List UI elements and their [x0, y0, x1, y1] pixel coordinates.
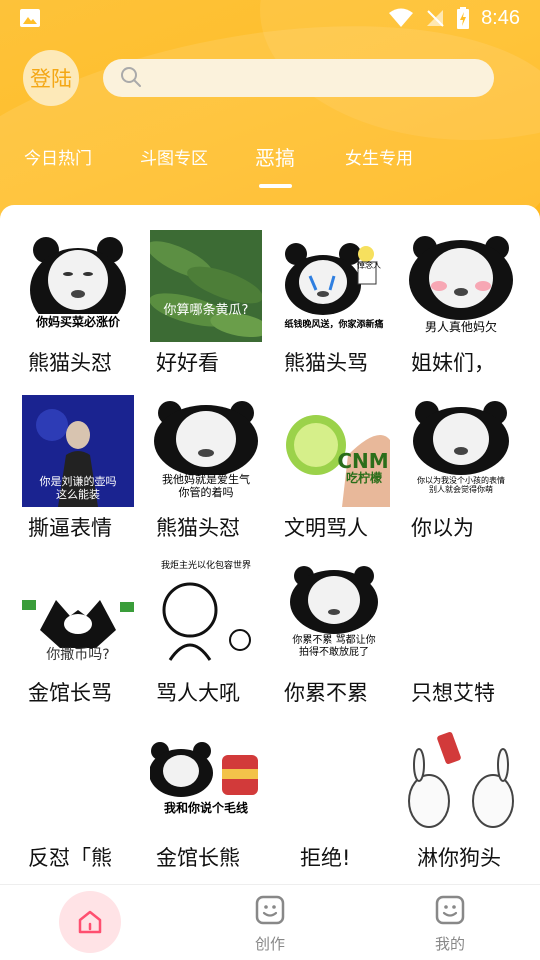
meme-caption: 熊猫头怼 — [28, 351, 112, 375]
nav-create-label: 创作 — [254, 935, 285, 953]
bottom-nav: 创作 我的 — [0, 884, 540, 960]
meme-card[interactable]: 你算哪条黄瓜? 好好看 — [150, 225, 276, 375]
meme-card[interactable]: 你撒币吗? 金馆长骂 — [22, 555, 148, 705]
tab-egao[interactable]: 恶搞 — [255, 142, 295, 171]
meme-card[interactable]: 你是刘谦的壶吗 这么能装 撕逼表情 — [22, 390, 148, 540]
meme-text: 你妈买菜必涨价 — [35, 315, 120, 329]
meme-card[interactable]: 拒绝! — [278, 720, 404, 870]
category-tabs: 今日热门 斗图专区 恶搞 女生专用 — [0, 140, 540, 200]
meme-image — [278, 725, 390, 837]
meme-caption: 反怼「熊 — [28, 846, 112, 870]
search-input[interactable] — [103, 59, 494, 97]
meme-text: CNM — [337, 449, 389, 473]
meme-card[interactable]: 你妈买菜必涨价 熊猫头怼 — [22, 225, 148, 375]
tab-today-hot[interactable]: 今日热门 — [24, 144, 92, 169]
wifi-icon — [389, 8, 414, 27]
meme-text: 男人真他妈欠 — [424, 320, 497, 334]
meme-image — [405, 725, 517, 837]
meme-caption: 熊猫头怼 — [156, 516, 240, 540]
meme-caption: 只想艾特 — [411, 681, 495, 705]
tab-doutu[interactable]: 斗图专区 — [140, 144, 208, 169]
meme-card[interactable]: 我他妈就是爱生气 你管的着吗 熊猫头怼 — [150, 390, 276, 540]
meme-card[interactable]: 男人真他妈欠 姐妹们， — [405, 225, 531, 375]
meme-image — [150, 725, 262, 837]
status-time: 8:46 — [481, 6, 520, 29]
active-tab-indicator — [259, 184, 292, 188]
meme-image — [22, 725, 134, 837]
battery-charging-icon — [457, 7, 470, 29]
meme-card[interactable]: 淋你狗头 — [405, 720, 531, 870]
meme-card[interactable]: 你累不累 骂都让你 拍得不敢放屁了 你累不累 — [278, 555, 404, 705]
meme-text: 你以为我没个小孩的表情 别人就会觉得你萌 — [417, 476, 505, 495]
meme-text: 我他妈就是爱生气 你管的着吗 — [162, 473, 250, 499]
header: 8:46 登陆 今日热门 斗图专区 恶搞 女生专用 — [0, 0, 540, 230]
login-label: 登陆 — [30, 67, 72, 91]
search-icon — [121, 67, 141, 87]
meme-image — [150, 560, 262, 672]
meme-caption: 熊猫头骂 — [284, 351, 368, 375]
login-button[interactable]: 登陆 — [23, 50, 79, 106]
meme-card[interactable]: 你以为我没个小孩的表情 别人就会觉得你萌 你以为 — [405, 390, 531, 540]
no-signal-icon — [427, 10, 444, 27]
meme-card[interactable]: 只想艾特 — [405, 555, 531, 705]
meme-card[interactable]: 我和你说个毛线 金馆长熊 — [150, 720, 276, 870]
meme-text: 你是刘谦的壶吗 这么能装 — [39, 475, 117, 501]
meme-image — [405, 560, 517, 672]
meme-caption: 撕逼表情 — [28, 516, 112, 540]
meme-text: 你累不累 骂都让你 拍得不敢放屁了 — [292, 635, 376, 658]
gallery-icon — [20, 9, 40, 27]
meme-text: 你撒币吗? — [46, 647, 110, 663]
meme-caption: 你累不累 — [284, 681, 368, 705]
home-icon — [78, 910, 102, 934]
smile-box-icon — [435, 895, 465, 925]
meme-caption: 你以为 — [411, 516, 474, 540]
nav-home[interactable] — [59, 891, 121, 953]
meme-grid: 你妈买菜必涨价 熊猫头怼 你算哪条黄瓜? 好好看 悼念人 纸钱晚风送，你家添新痛… — [0, 205, 540, 885]
nav-mine-label: 我的 — [434, 935, 465, 953]
nav-mine[interactable]: 我的 — [420, 895, 480, 954]
meme-caption: 淋你狗头 — [417, 846, 501, 870]
meme-card[interactable]: 我炬主光以化包容世界 骂人大吼 — [150, 555, 276, 705]
meme-card[interactable]: 反怼「熊 — [22, 720, 148, 870]
status-bar: 8:46 — [0, 0, 540, 36]
meme-image — [150, 230, 262, 342]
meme-subtext: 吃柠檬 — [345, 471, 382, 485]
meme-text: 我炬主光以化包容世界 — [160, 561, 251, 571]
meme-caption: 拒绝! — [300, 846, 351, 870]
meme-card[interactable]: 悼念人 纸钱晚风送，你家添新痛 熊猫头骂 — [278, 225, 404, 375]
meme-text: 你算哪条黄瓜? — [163, 303, 249, 318]
meme-caption: 好好看 — [156, 351, 219, 375]
meme-text: 纸钱晚风送，你家添新痛 — [284, 320, 384, 330]
meme-caption: 骂人大吼 — [156, 681, 240, 705]
meme-text: 我和你说个毛线 — [163, 801, 248, 815]
nav-create[interactable]: 创作 — [240, 895, 300, 954]
meme-caption: 文明骂人 — [284, 516, 368, 540]
meme-badge: 悼念人 — [357, 261, 381, 270]
meme-caption: 金馆长骂 — [28, 681, 112, 705]
tab-girls[interactable]: 女生专用 — [345, 144, 413, 169]
smile-box-icon — [255, 895, 285, 925]
meme-caption: 金馆长熊 — [156, 846, 240, 870]
meme-caption: 姐妹们， — [411, 351, 495, 375]
meme-card[interactable]: CNM 吃柠檬 文明骂人 — [278, 390, 404, 540]
